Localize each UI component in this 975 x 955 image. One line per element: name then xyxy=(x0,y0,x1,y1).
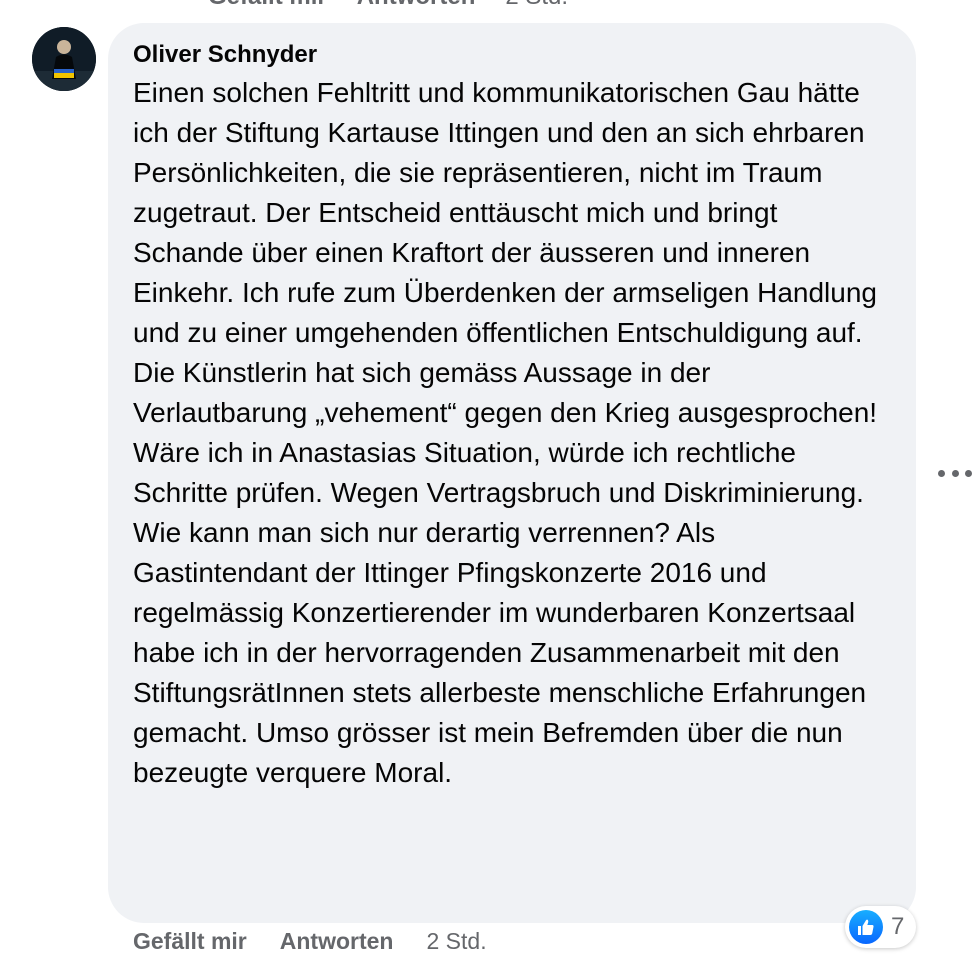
reply-button[interactable]: Antworten xyxy=(280,928,394,955)
more-dot-icon xyxy=(965,469,972,477)
like-icon xyxy=(849,910,883,944)
previous-comment-actions: Gefällt mir Antworten 2 Std. xyxy=(208,0,568,11)
more-dot-icon xyxy=(951,469,959,477)
previous-timestamp[interactable]: 2 Std. xyxy=(505,0,568,11)
previous-like-button[interactable]: Gefällt mir xyxy=(208,0,327,11)
more-options-button[interactable] xyxy=(938,460,972,486)
avatar-image xyxy=(32,27,96,91)
more-dot-icon xyxy=(938,469,945,477)
avatar[interactable] xyxy=(32,27,96,91)
reaction-count: 7 xyxy=(891,913,905,940)
comment-paragraph: Wäre ich in Anastasias Situation, würde … xyxy=(133,437,867,788)
comment-author[interactable]: Oliver Schnyder xyxy=(133,39,892,71)
previous-reply-button[interactable]: Antworten xyxy=(357,0,476,11)
timestamp[interactable]: 2 Std. xyxy=(426,928,486,955)
comment-text: Einen solchen Fehltritt und kommunikator… xyxy=(133,73,892,793)
comment-bubble: Oliver Schnyder Einen solchen Fehltritt … xyxy=(108,23,916,923)
comment-paragraph: Einen solchen Fehltritt und kommunikator… xyxy=(133,77,878,428)
comment-actions: Gefällt mir Antworten 2 Std. xyxy=(133,928,487,955)
reactions-summary[interactable]: 7 xyxy=(845,906,917,948)
like-button[interactable]: Gefällt mir xyxy=(133,928,247,955)
